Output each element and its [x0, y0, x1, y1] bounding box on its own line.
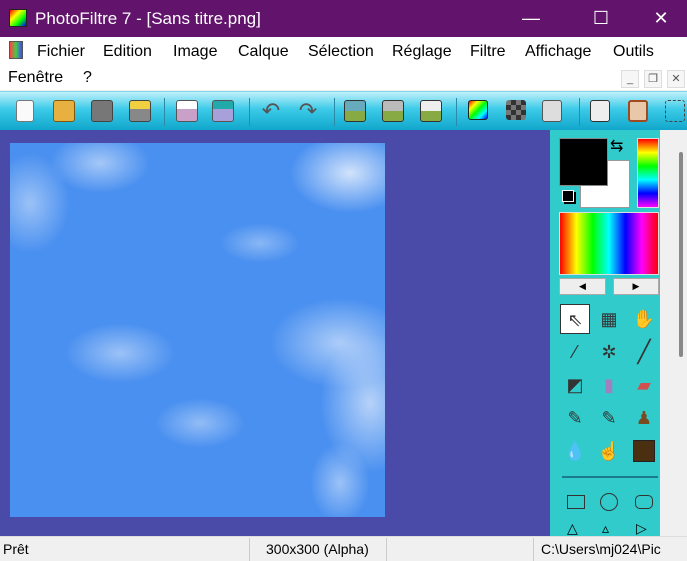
new-icon[interactable]	[16, 100, 34, 122]
blur-tool-icon[interactable]: 💧	[560, 436, 590, 466]
title-bar: PhotoFiltre 7 - [Sans titre.png] — ☐ ✕	[0, 0, 687, 37]
palette-prev-button[interactable]: ◀	[559, 278, 606, 295]
selection-icon[interactable]	[665, 100, 685, 122]
menu-affichage[interactable]: Affichage	[525, 43, 591, 61]
ellipse-shape-icon[interactable]	[600, 493, 618, 511]
mdi-close-button[interactable]: ✕	[667, 70, 685, 88]
status-state: Prêt	[3, 541, 29, 557]
tool-panel: ⇆ ◀ ▶ ⇖ ▦ ✋ ⁄ ✲ ╱ ◩ ▮ ▰ ✎ ✎ ♟ 💧 ☝ △ ▵ ▷	[550, 130, 660, 536]
menu-edition[interactable]: Edition	[103, 43, 152, 61]
minimize-button[interactable]: —	[508, 0, 554, 37]
image-copy-icon[interactable]	[344, 100, 366, 122]
right-triangle-shape-icon[interactable]: ▷	[636, 520, 647, 537]
triangle-shape-icon[interactable]: △	[567, 520, 578, 537]
rectangle-shape-icon[interactable]	[567, 495, 585, 509]
scan-icon[interactable]	[212, 100, 234, 122]
stamp-tool-icon[interactable]: ♟	[629, 403, 659, 433]
panel-scrollbar[interactable]	[660, 130, 687, 536]
menu-calque[interactable]: Calque	[238, 43, 289, 61]
gradient-icon[interactable]	[468, 100, 488, 120]
toolbar: ↶ ↷	[0, 91, 687, 130]
brush-tool-icon[interactable]: ✎	[560, 403, 590, 433]
menu-help[interactable]: ?	[83, 69, 92, 87]
hand-tool-icon[interactable]: ✋	[629, 304, 659, 334]
foreground-color-swatch[interactable]	[559, 138, 608, 186]
save-as-icon[interactable]	[129, 100, 151, 122]
pattern-tool-icon[interactable]: ▦	[594, 304, 624, 334]
status-bar: Prêt 300x300 (Alpha) C:\Users\mj024\Pic	[0, 536, 687, 561]
window-title: PhotoFiltre 7 - [Sans titre.png]	[35, 9, 261, 28]
status-image-size: 300x300 (Alpha)	[266, 541, 369, 557]
rounded-rectangle-shape-icon[interactable]	[635, 495, 653, 509]
batch-icon[interactable]	[590, 100, 610, 122]
automation-icon[interactable]	[542, 100, 562, 122]
bucket-tool-icon[interactable]: ◩	[560, 370, 590, 400]
image-canvas[interactable]	[10, 143, 385, 517]
duplicate-icon[interactable]	[420, 100, 442, 122]
redo-icon[interactable]: ↷	[297, 100, 319, 122]
document-icon[interactable]	[9, 41, 23, 59]
menu-outils[interactable]: Outils	[613, 43, 654, 61]
save-icon[interactable]	[91, 100, 113, 122]
scrollbar-thumb[interactable]	[679, 152, 683, 357]
eyedropper-tool-icon[interactable]: ⁄	[560, 337, 590, 367]
undo-icon[interactable]: ↶	[260, 100, 282, 122]
eraser-tool-icon[interactable]: ▰	[629, 370, 659, 400]
app-logo-icon	[9, 9, 27, 27]
line-tool-icon[interactable]: ╱	[629, 337, 659, 367]
magic-wand-tool-icon[interactable]: ✲	[594, 337, 624, 367]
divider	[562, 476, 658, 478]
menu-fenetre[interactable]: Fenêtre	[8, 69, 63, 87]
print-icon[interactable]	[176, 100, 198, 122]
menu-image[interactable]: Image	[173, 43, 217, 61]
maximize-button[interactable]: ☐	[578, 0, 624, 37]
palette-next-button[interactable]: ▶	[613, 278, 659, 295]
menu-fichier[interactable]: Fichier	[37, 43, 85, 61]
menu-filtre[interactable]: Filtre	[470, 43, 506, 61]
spray-tool-icon[interactable]: ▮	[594, 370, 624, 400]
pointer-tool-icon[interactable]: ⇖	[560, 304, 590, 334]
close-button[interactable]: ✕	[638, 0, 684, 37]
menu-reglage[interactable]: Réglage	[392, 43, 452, 61]
mosaic-icon[interactable]	[506, 100, 526, 120]
reset-colors-icon[interactable]	[562, 190, 574, 202]
frame-icon[interactable]	[628, 100, 648, 122]
swap-colors-icon[interactable]: ⇆	[610, 136, 623, 156]
clone-tool-icon[interactable]	[633, 440, 655, 462]
transparent-copy-icon[interactable]	[382, 100, 404, 122]
narrow-triangle-shape-icon[interactable]: ▵	[602, 520, 609, 537]
status-file-path: C:\Users\mj024\Pic	[541, 541, 661, 557]
menu-bar: Fichier Edition Image Calque Sélection R…	[0, 37, 687, 90]
hue-bar[interactable]	[637, 138, 659, 208]
menu-selection[interactable]: Sélection	[308, 43, 374, 61]
advanced-brush-tool-icon[interactable]: ✎	[594, 403, 624, 433]
open-icon[interactable]	[53, 100, 75, 122]
mdi-restore-button[interactable]: ❐	[644, 70, 662, 88]
mdi-minimize-button[interactable]: _	[621, 70, 639, 88]
finger-tool-icon[interactable]: ☝	[594, 436, 624, 466]
color-palette[interactable]	[559, 212, 659, 275]
